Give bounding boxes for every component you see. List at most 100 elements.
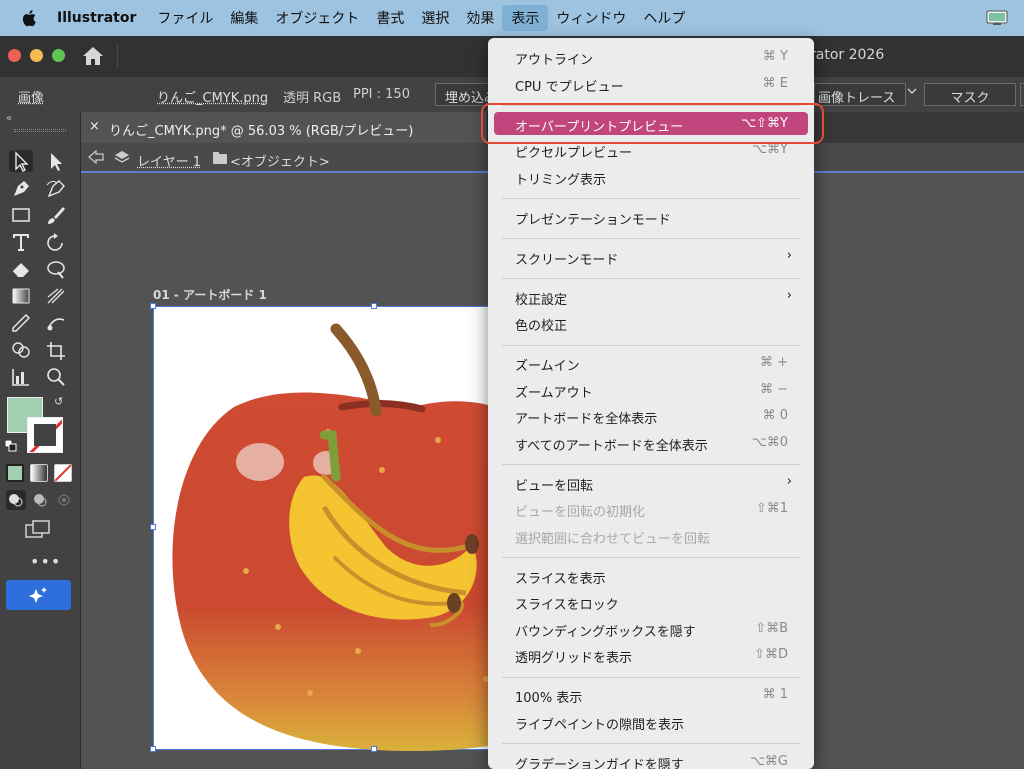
menu-item-label: 色の校正 [515,319,568,334]
artboard-label[interactable]: 01 - アートボード 1 [153,286,267,303]
menu-item[interactable]: ライブペイントの隙間を表示 [494,710,808,733]
menu-item: 選択範囲に合わせてビューを回転 [494,524,808,547]
zoom-tool-icon[interactable] [44,366,68,388]
menu-item-shortcut: ⌘ E [762,75,788,91]
rotate-tool-icon[interactable] [44,231,68,253]
color-mode-icon[interactable] [6,464,24,482]
blend-tool-icon[interactable] [44,312,68,334]
menu-item[interactable]: 透明グリッドを表示 ⇧⌘D [494,643,808,666]
selection-handle[interactable] [150,303,156,309]
sparkle-icon [29,587,47,603]
control-bar-overflow[interactable] [1020,83,1024,106]
rectangle-tool-icon[interactable] [9,204,33,226]
menu-item-shortcut: ⌥⌘Y [752,142,788,157]
collapse-panel-icon[interactable]: « [6,113,12,124]
draw-inside-icon[interactable] [54,490,74,510]
breadcrumb-layer[interactable]: レイヤー 1 [137,151,201,170]
mesh-tool-icon[interactable] [44,285,68,307]
generative-button[interactable] [6,580,71,610]
menu-bar: Illustrator ファイル 編集 オブジェクト 書式 選択 効果 表示 ウ… [0,0,1024,36]
graph-tool-icon[interactable] [9,366,33,388]
curvature-tool-icon[interactable] [44,177,68,199]
selection-handle[interactable] [150,524,156,530]
linked-filename[interactable]: りんご_CMYK.png [157,87,268,106]
direct-selection-tool-icon[interactable] [44,150,68,172]
submenu-arrow-icon: › [786,287,792,303]
menu-item[interactable]: プレゼンテーションモード [494,205,808,228]
artboard-tool-icon[interactable] [44,339,68,361]
selection-tool-icon[interactable] [9,150,33,172]
paintbrush-tool-icon[interactable] [44,204,68,226]
menu-item[interactable]: すべてのアートボードを全体表示 ⌥⌘0 [494,431,808,454]
menu-window[interactable]: ウィンドウ [556,8,626,28]
menu-item[interactable]: アウトライン ⌘ Y [494,45,808,68]
menu-item[interactable]: 色の校正 [494,311,808,334]
type-tool-icon[interactable] [9,231,33,253]
menu-item[interactable]: トリミング表示 [494,165,808,188]
eyedropper-tool-icon[interactable] [9,312,33,334]
swap-fill-stroke-icon[interactable]: ↺ [54,395,63,408]
back-arrow-icon[interactable] [88,150,104,164]
default-colors-icon[interactable] [5,440,17,452]
minimize-window-button[interactable] [30,49,43,62]
menu-item[interactable]: グラデーションガイドを隠す ⌥⌘G [494,750,808,769]
menu-item[interactable]: 校正設定 › [494,285,808,308]
home-icon[interactable] [82,46,104,66]
chevron-down-icon[interactable] [907,86,917,96]
menu-select[interactable]: 選択 [421,8,449,28]
stroke-color-swatch[interactable] [27,417,63,453]
menu-item-shortcut: ⇧⌘1 [755,501,788,516]
selection-handle[interactable] [371,746,377,752]
shape-builder-tool-icon[interactable] [9,339,33,361]
menu-object[interactable]: オブジェクト [275,8,359,28]
menu-item-label: ズームイン [515,359,580,374]
menu-item-label: 校正設定 [515,292,568,308]
warp-tool-icon[interactable] [44,258,68,280]
menu-item[interactable]: アートボードを全体表示 ⌘ 0 [494,404,808,427]
none-mode-icon[interactable] [54,464,72,482]
close-tab-icon[interactable]: × [89,119,100,134]
menu-item[interactable]: ズームアウト ⌘ − [494,378,808,401]
display-status-icon[interactable] [986,9,1008,26]
menu-view[interactable]: 表示 [502,5,549,31]
selection-handle[interactable] [371,303,377,309]
pen-tool-icon[interactable] [9,177,33,199]
menu-type[interactable]: 書式 [376,8,404,28]
app-name[interactable]: Illustrator [57,10,136,26]
menu-item[interactable]: スライスをロック [494,590,808,613]
window-title: rator 2026 [810,47,885,63]
image-trace-button[interactable]: 画像トレース [814,83,906,106]
menu-separator [502,198,800,199]
document-tab[interactable]: × りんご_CMYK.png* @ 56.03 % (RGB/プレビュー) [81,112,488,143]
gradient-mode-icon[interactable] [30,464,48,482]
menu-effect[interactable]: 効果 [466,8,494,28]
menu-item[interactable]: バウンディングボックスを隠す ⇧⌘B [494,617,808,640]
gradient-tool-icon[interactable] [9,285,33,307]
menu-item[interactable]: スクリーンモード › [494,245,808,268]
breadcrumb-object[interactable]: <オブジェクト> [230,151,330,170]
zoom-window-button[interactable] [52,49,65,62]
screen-mode-icon[interactable] [25,520,51,540]
menu-item-shortcut: ⌥⌘0 [751,434,788,450]
title-separator [117,44,118,68]
draw-normal-icon[interactable] [6,490,26,510]
menu-item[interactable]: 100% 表示 ⌘ 1 [494,683,808,706]
eraser-tool-icon[interactable] [9,258,33,280]
menu-item[interactable]: スライスを表示 [494,564,808,587]
menu-edit[interactable]: 編集 [230,8,258,28]
menu-help[interactable]: ヘルプ [643,8,685,28]
panel-grip[interactable] [14,129,66,132]
menu-item-label: アートボードを全体表示 [515,412,658,427]
object-type-label[interactable]: 画像 [18,87,44,106]
selection-handle[interactable] [150,746,156,752]
menu-item[interactable]: ズームイン ⌘ + [494,351,808,374]
menu-item-shortcut: ⌘ − [759,381,788,397]
menu-file[interactable]: ファイル [157,8,213,28]
close-window-button[interactable] [8,49,21,62]
menu-item[interactable]: CPU でプレビュー ⌘ E [494,72,808,95]
draw-behind-icon[interactable] [30,490,50,510]
menu-item[interactable]: ビューを回転 › [494,471,808,494]
mask-button[interactable]: マスク [924,83,1016,106]
apple-icon[interactable] [19,9,41,27]
edit-toolbar-button[interactable]: ••• [30,552,61,571]
